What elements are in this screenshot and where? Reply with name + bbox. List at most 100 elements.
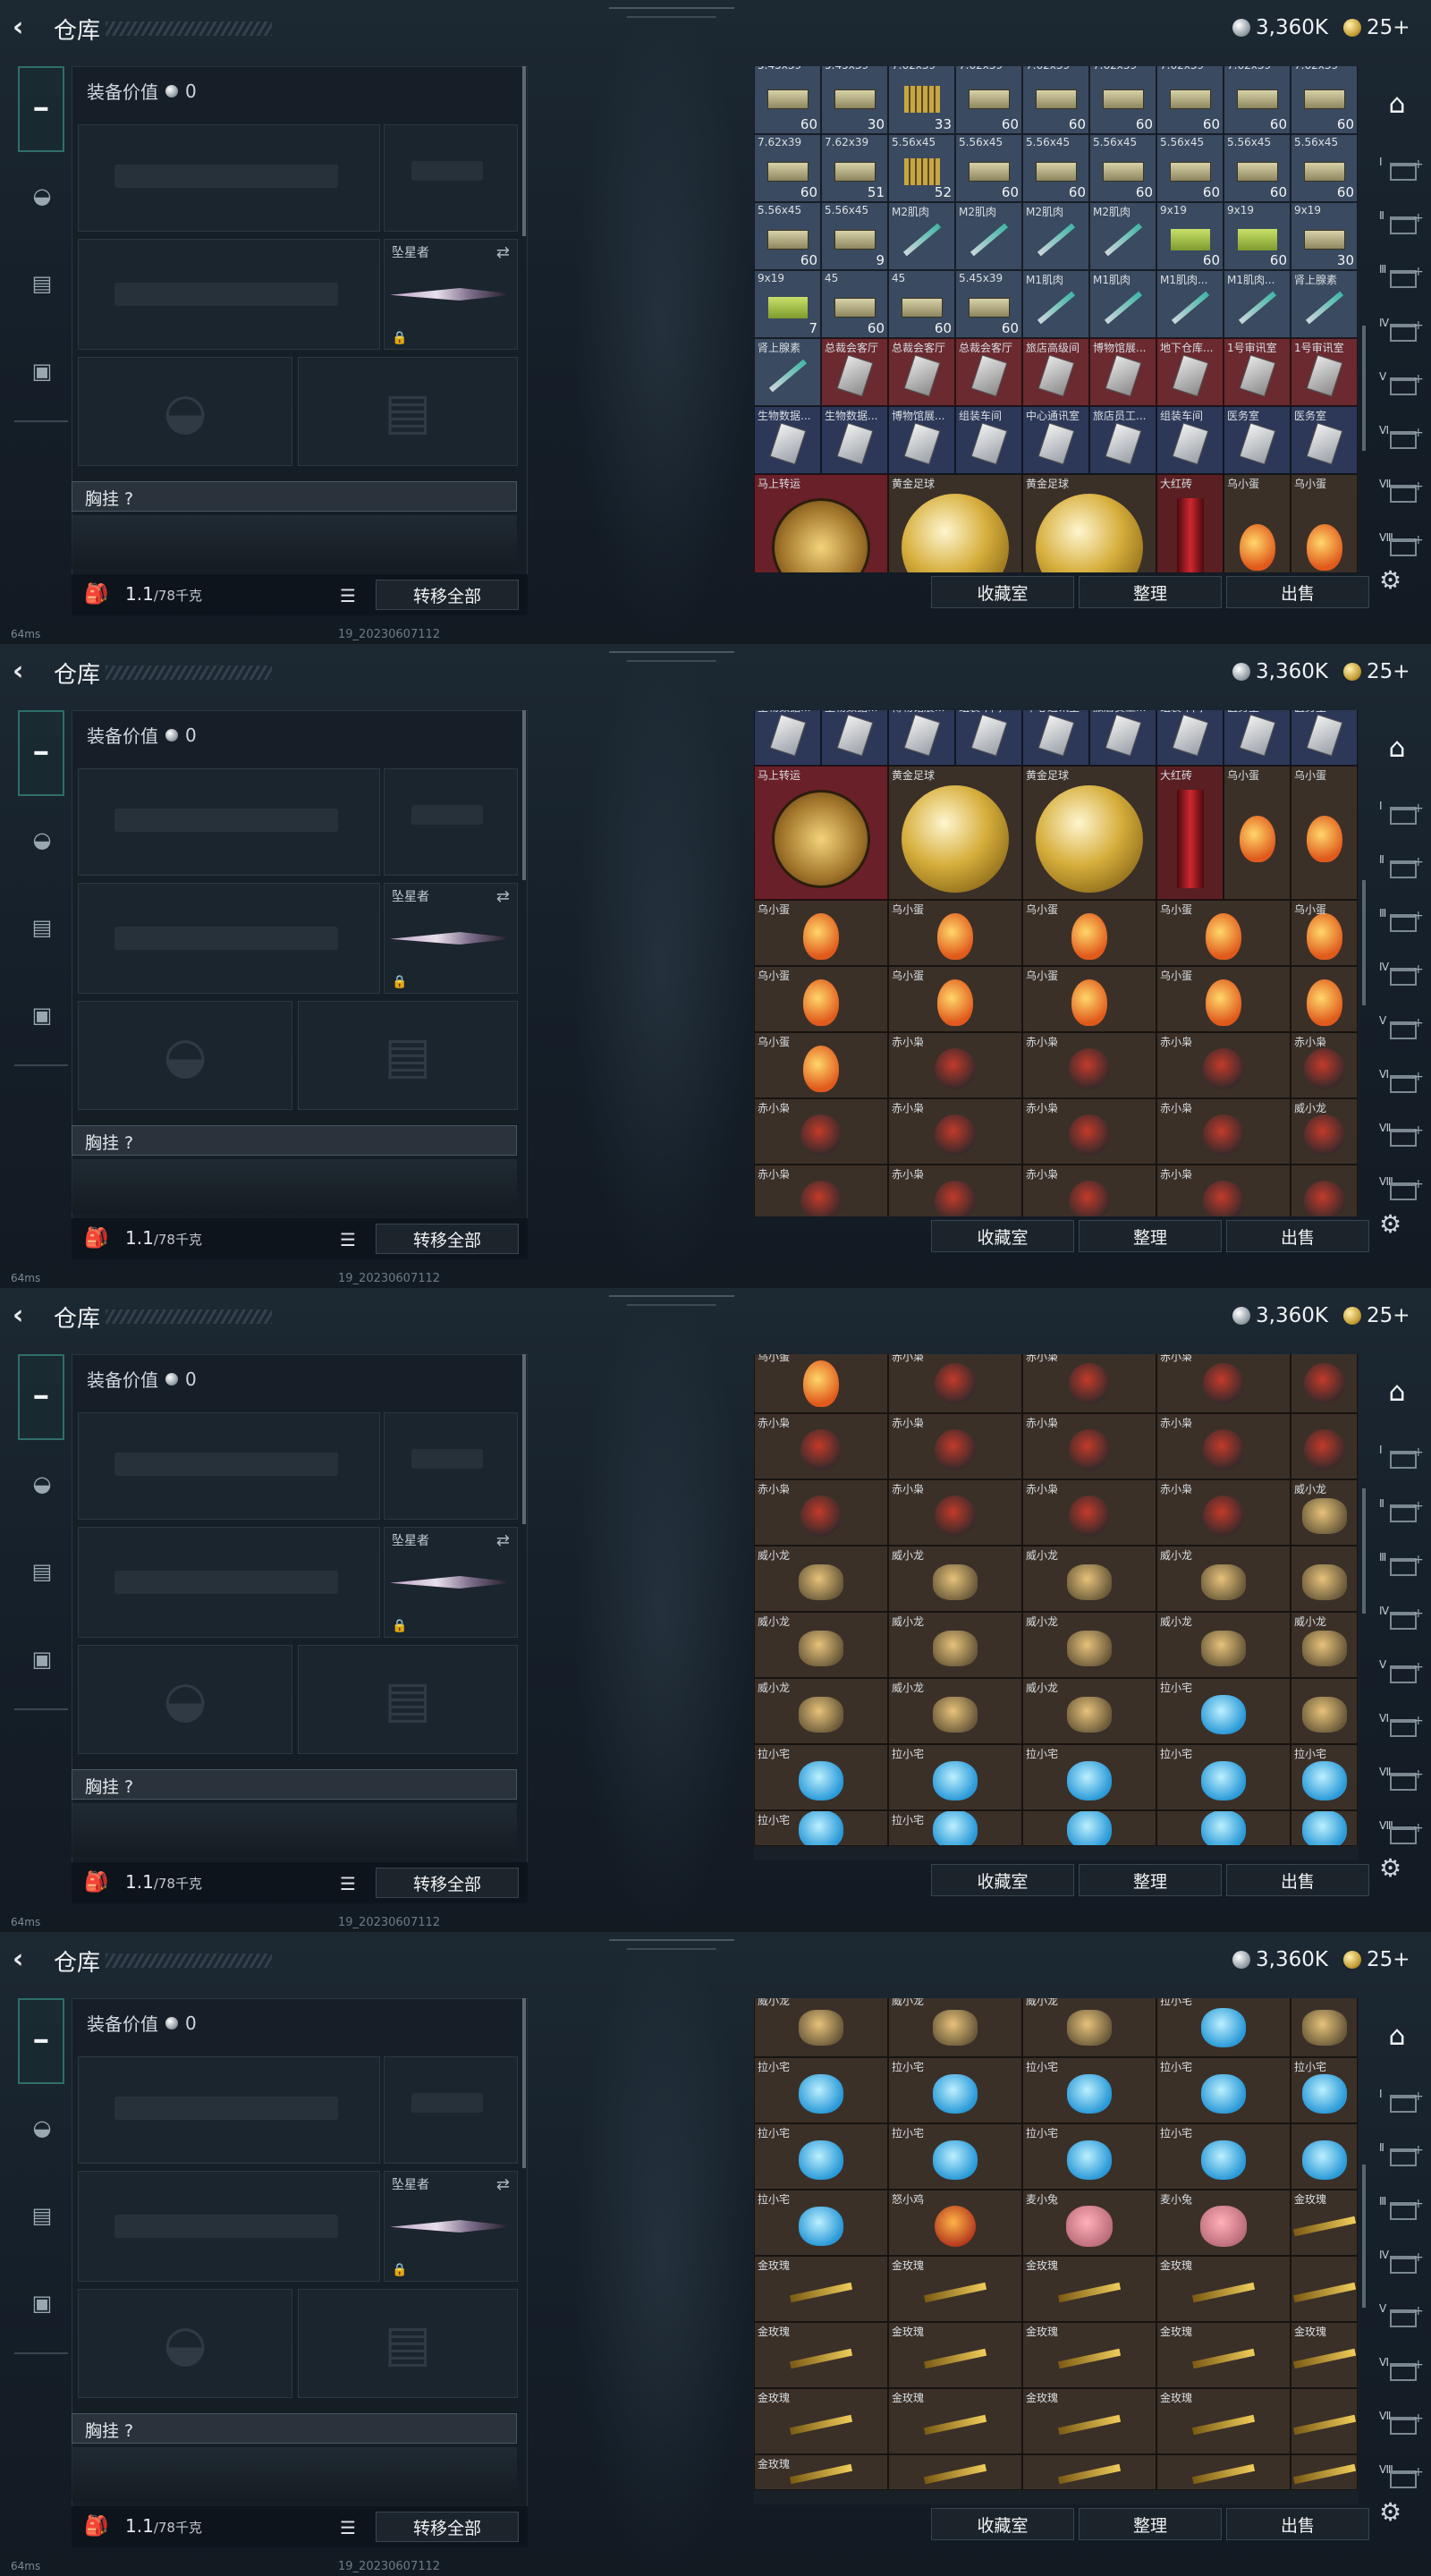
primary-weapon-slot[interactable] bbox=[78, 2056, 380, 2164]
stash-item[interactable]: 博物馆展... bbox=[888, 406, 955, 474]
stash-item[interactable] bbox=[1291, 1354, 1358, 1413]
stash-item[interactable]: 拉小宅 bbox=[1156, 1998, 1291, 2057]
stash-item[interactable]: 黄金足球 bbox=[888, 474, 1022, 572]
stash-item[interactable]: 7.62x39 60 bbox=[1224, 66, 1291, 134]
stash-item[interactable]: 拉小宅 bbox=[888, 1744, 1022, 1810]
stash-page-item[interactable]: Ⅶ + bbox=[1377, 2410, 1424, 2436]
tab-case[interactable]: ▣ bbox=[20, 993, 64, 1038]
stash-page-item[interactable]: Ⅱ + bbox=[1377, 853, 1424, 880]
stash-page-item[interactable]: Ⅵ + bbox=[1377, 1068, 1424, 1095]
stash-item[interactable] bbox=[1291, 2123, 1358, 2190]
stash-item[interactable]: 5.56x45 60 bbox=[1291, 134, 1358, 202]
stash-item[interactable]: 5.56x45 60 bbox=[1089, 134, 1156, 202]
stash-item[interactable]: 中心通讯室 bbox=[1022, 710, 1089, 766]
armor-slot[interactable]: ▤ bbox=[298, 1001, 518, 1110]
stash-item[interactable]: 拉小宅 bbox=[754, 2123, 888, 2190]
list-icon[interactable]: ☰ bbox=[340, 1873, 356, 1894]
stash-item[interactable]: 1号审讯室 bbox=[1224, 338, 1291, 406]
stash-page-item[interactable]: Ⅲ + bbox=[1377, 263, 1424, 290]
settings-gear-icon[interactable]: ⚙ bbox=[1379, 2497, 1401, 2527]
stash-item[interactable]: 拉小宅 bbox=[1291, 1744, 1358, 1810]
silver-currency[interactable]: 3,360K bbox=[1232, 14, 1328, 41]
stash-item[interactable]: 乌小蛋 bbox=[888, 900, 1022, 966]
stash-item[interactable]: M1肌肉 bbox=[1089, 270, 1156, 338]
stash-item[interactable]: 乌小蛋 bbox=[1291, 766, 1358, 900]
stash-item[interactable]: 生物数据... bbox=[754, 710, 821, 766]
melee-slot[interactable]: 坠星者 ⇄ 🔒 bbox=[384, 239, 518, 350]
gold-currency[interactable]: 25+ bbox=[1343, 14, 1410, 41]
stash-item[interactable]: 赤小枭 bbox=[1022, 1098, 1156, 1165]
stash-item[interactable]: 赤小枭 bbox=[1022, 1354, 1156, 1413]
stash-home-icon[interactable]: ⌂ bbox=[1377, 1372, 1417, 1411]
stash-item[interactable]: 7.62x39 60 bbox=[955, 66, 1022, 134]
stash-item[interactable]: 拉小宅 bbox=[754, 2190, 888, 2256]
stash-scrollbar[interactable] bbox=[1362, 1488, 1366, 1614]
stash-item[interactable] bbox=[1022, 2454, 1156, 2490]
stash-page-item[interactable]: Ⅱ + bbox=[1377, 209, 1424, 236]
tab-rig[interactable]: ▤ bbox=[20, 2193, 64, 2238]
sell-button[interactable]: 出售 bbox=[1226, 1864, 1369, 1896]
stash-item[interactable]: 组装车间 bbox=[955, 710, 1022, 766]
list-icon[interactable]: ☰ bbox=[340, 1229, 356, 1250]
transfer-all-button[interactable]: 转移全部 bbox=[376, 1224, 519, 1254]
stash-item[interactable]: 金玫瑰 bbox=[1022, 2322, 1156, 2388]
stash-page-item[interactable]: Ⅵ + bbox=[1377, 424, 1424, 451]
primary-weapon-slot[interactable] bbox=[78, 124, 380, 232]
stash-item[interactable]: 5.56x45 60 bbox=[754, 202, 821, 270]
helmet-slot[interactable]: ◒ bbox=[78, 1645, 292, 1754]
stash-item[interactable]: 威小龙 bbox=[1022, 1678, 1156, 1744]
stash-item[interactable] bbox=[1291, 2388, 1358, 2454]
tab-weapons[interactable]: ━ bbox=[18, 710, 64, 796]
stash-page-item[interactable]: Ⅳ + bbox=[1377, 317, 1424, 343]
stash-item[interactable]: 威小龙 bbox=[1022, 1998, 1156, 2057]
stash-page-item[interactable]: Ⅰ + bbox=[1377, 156, 1424, 182]
collection-room-button[interactable]: 收藏室 bbox=[931, 2508, 1074, 2540]
stash-page-item[interactable]: Ⅳ + bbox=[1377, 1605, 1424, 1631]
primary-weapon-slot[interactable] bbox=[78, 768, 380, 876]
tab-rig[interactable]: ▤ bbox=[20, 905, 64, 950]
stash-page-item[interactable]: Ⅴ + bbox=[1377, 1658, 1424, 1685]
transfer-all-button[interactable]: 转移全部 bbox=[376, 2512, 519, 2542]
helmet-slot[interactable]: ◒ bbox=[78, 2289, 292, 2398]
stash-item[interactable]: 9x19 60 bbox=[1156, 202, 1224, 270]
stash-item[interactable]: 地下仓库... bbox=[1156, 338, 1224, 406]
stash-item[interactable]: 5.56x45 60 bbox=[1156, 134, 1224, 202]
stash-page-item[interactable]: Ⅶ + bbox=[1377, 1766, 1424, 1792]
tab-armor[interactable]: ◒ bbox=[20, 174, 64, 218]
sort-button[interactable]: 整理 bbox=[1079, 1864, 1222, 1896]
stash-item[interactable]: 大红砖 bbox=[1156, 766, 1224, 900]
stash-item[interactable]: 总裁会客厅 bbox=[955, 338, 1022, 406]
stash-page-item[interactable]: Ⅶ + bbox=[1377, 478, 1424, 504]
stash-page-item[interactable]: Ⅲ + bbox=[1377, 2195, 1424, 2222]
stash-page-item[interactable]: Ⅱ + bbox=[1377, 2141, 1424, 2168]
stash-item[interactable]: 威小龙 bbox=[1022, 1612, 1156, 1678]
stash-item[interactable]: 5.45x39 60 bbox=[955, 270, 1022, 338]
stash-item[interactable]: 肾上腺素 bbox=[754, 338, 821, 406]
sort-button[interactable]: 整理 bbox=[1079, 2508, 1222, 2540]
stash-item[interactable]: 博物馆展... bbox=[1089, 338, 1156, 406]
chest-rig-header[interactable]: 胸挂 ? bbox=[72, 2413, 517, 2444]
stash-item[interactable]: 5.45x39 30 bbox=[821, 66, 888, 134]
tab-rig[interactable]: ▤ bbox=[20, 261, 64, 306]
stash-item[interactable]: 赤小枭 bbox=[888, 1413, 1022, 1479]
gold-currency[interactable]: 25+ bbox=[1343, 1302, 1410, 1329]
stash-page-item[interactable]: Ⅷ + bbox=[1377, 531, 1424, 558]
stash-item[interactable]: 旅店高级间 bbox=[1022, 338, 1089, 406]
chest-rig-header[interactable]: 胸挂 ? bbox=[72, 481, 517, 512]
stash-item[interactable]: 5.56x45 52 bbox=[888, 134, 955, 202]
stash-item[interactable]: 威小龙 bbox=[1156, 1612, 1291, 1678]
stash-home-icon[interactable]: ⌂ bbox=[1377, 728, 1417, 767]
settings-gear-icon[interactable]: ⚙ bbox=[1379, 1209, 1401, 1239]
stash-item[interactable]: 拉小宅 bbox=[1156, 2123, 1291, 2190]
stash-item[interactable]: 5.56x45 60 bbox=[1224, 134, 1291, 202]
stash-item[interactable]: 赤小枭 bbox=[1022, 1413, 1156, 1479]
transfer-all-button[interactable]: 转移全部 bbox=[376, 1868, 519, 1898]
stash-item[interactable]: 生物数据... bbox=[821, 406, 888, 474]
stash-item[interactable]: 45 60 bbox=[888, 270, 955, 338]
stash-item[interactable]: 赤小枭 bbox=[754, 1165, 888, 1216]
stash-item[interactable]: 拉小宅 bbox=[1022, 2123, 1156, 2190]
chest-rig-header[interactable]: 胸挂 ? bbox=[72, 1125, 517, 1156]
stash-item[interactable]: 中心通讯室 bbox=[1022, 406, 1089, 474]
swap-icon[interactable]: ⇄ bbox=[496, 2175, 510, 2194]
stash-item[interactable]: 威小龙 bbox=[754, 1998, 888, 2057]
